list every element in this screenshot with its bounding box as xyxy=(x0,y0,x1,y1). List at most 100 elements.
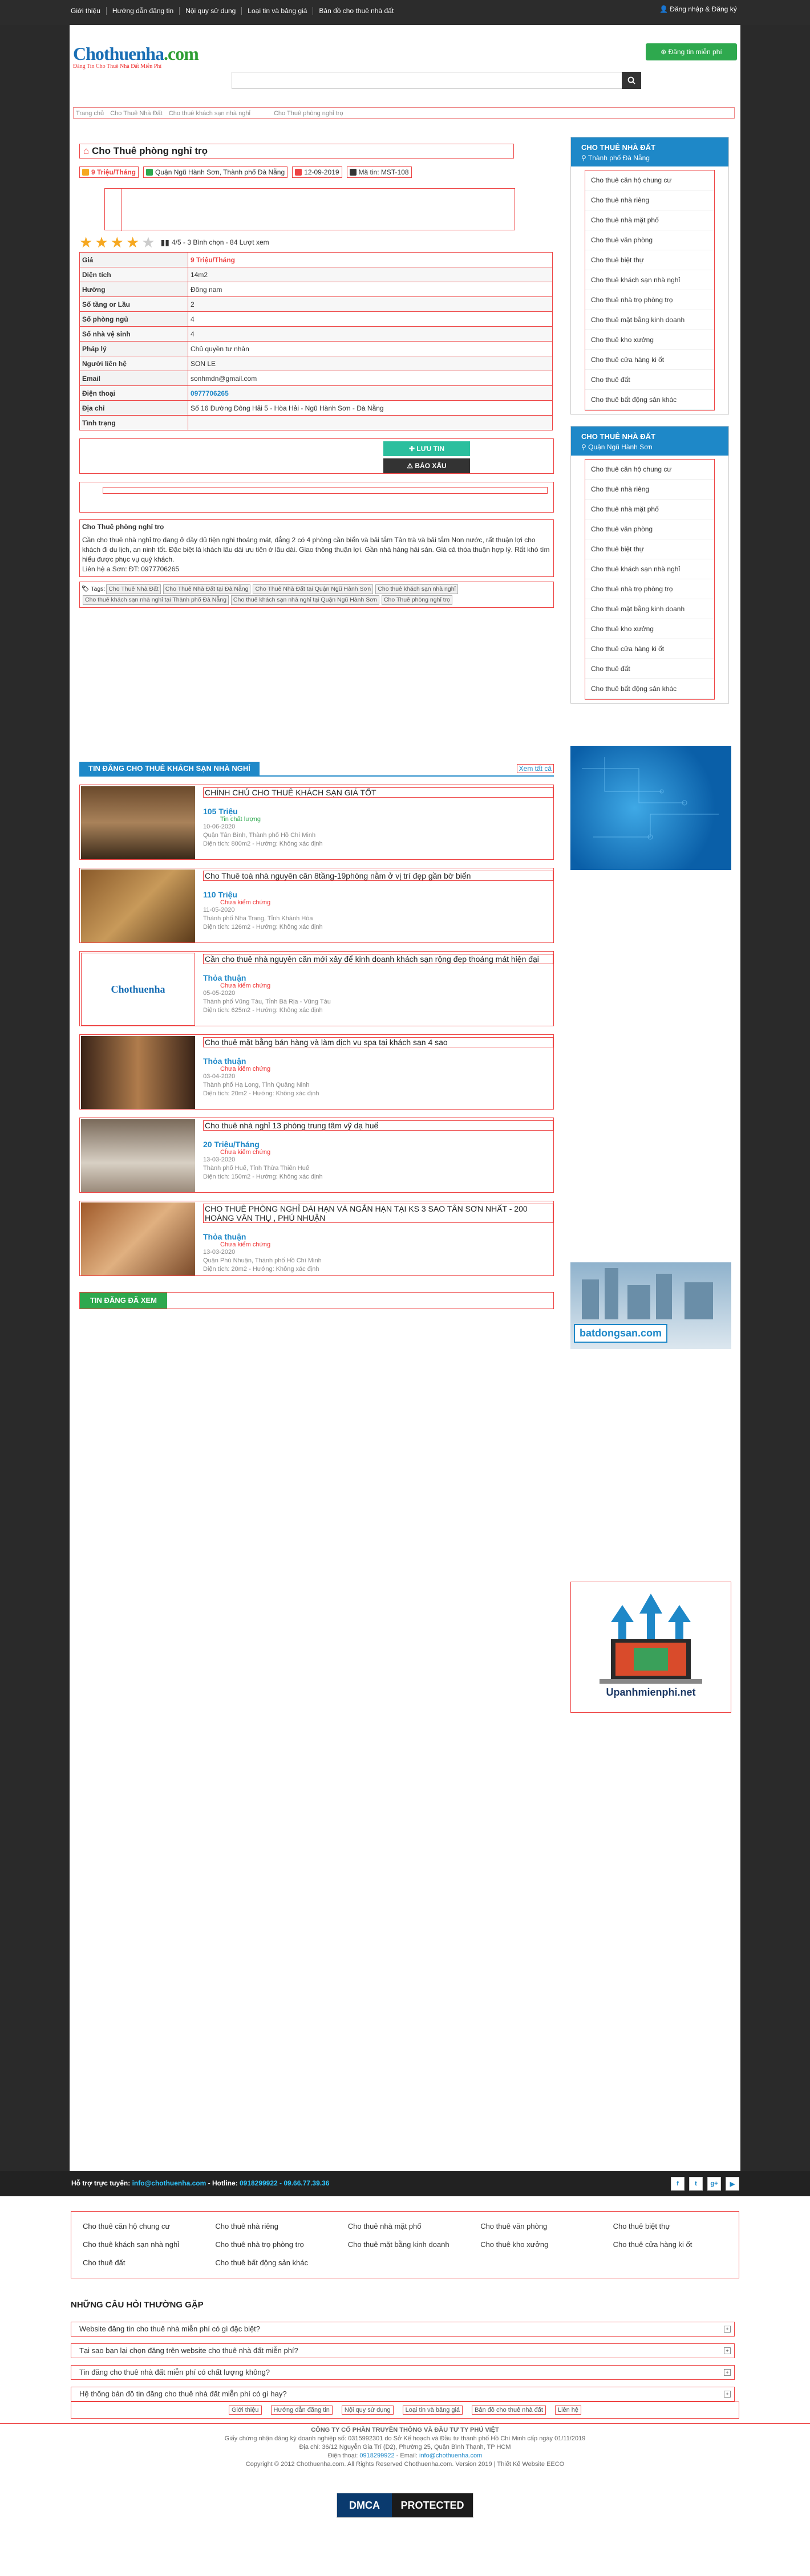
twitter-icon[interactable]: t xyxy=(689,2177,703,2191)
footer-category-link[interactable]: Cho thuê biệt thự xyxy=(604,2217,736,2236)
sidebar-item[interactable]: Cho thuê đất xyxy=(585,659,714,679)
related-title[interactable]: CHO THUÊ PHÒNG NGHỈ DÀI HẠN VÀ NGẮN HẠN … xyxy=(203,1204,553,1223)
youtube-icon[interactable]: ▶ xyxy=(726,2177,739,2191)
company-email[interactable]: info@chothuenha.com xyxy=(419,2452,482,2459)
sidebar-item[interactable]: Cho thuê nhà mặt phố xyxy=(585,210,714,230)
photo-thumb[interactable] xyxy=(105,189,122,231)
ad-batdongsan[interactable]: batdongsan.com xyxy=(570,1262,731,1349)
post-free-button[interactable]: ⊕ Đăng tin miễn phí xyxy=(646,43,737,60)
top-link-bang-gia[interactable]: Loại tin và bảng giá xyxy=(242,7,314,15)
footer-category-link[interactable]: Cho thuê nhà mặt phố xyxy=(339,2217,471,2236)
footer-link[interactable]: Loại tin và bảng giá xyxy=(402,2406,463,2415)
sidebar-item[interactable]: Cho thuê cửa hàng ki ốt xyxy=(585,639,714,659)
ad-banner-blue[interactable] xyxy=(570,746,731,870)
top-link-noi-quy[interactable]: Nội quy sử dụng xyxy=(180,7,242,15)
crumb-home[interactable]: Trang chủ xyxy=(76,110,104,117)
save-button[interactable]: ✚ LƯU TIN xyxy=(383,441,470,456)
related-title[interactable]: Cho thuê nhà nghỉ 13 phòng trung tâm vỹ … xyxy=(203,1120,553,1131)
sidebar-item[interactable]: Cho thuê bất động sản khác xyxy=(585,390,714,410)
related-thumb[interactable] xyxy=(81,1202,195,1275)
star-icon-5[interactable]: ★ xyxy=(141,235,155,250)
footer-link[interactable]: Nội quy sử dụng xyxy=(341,2406,394,2415)
search-button[interactable] xyxy=(622,72,641,89)
footer-category-link[interactable]: Cho thuê cửa hàng ki ốt xyxy=(604,2236,736,2254)
sidebar-item[interactable]: Cho thuê nhà trọ phòng trọ xyxy=(585,579,714,599)
sidebar-item[interactable]: Cho thuê nhà mặt phố xyxy=(585,499,714,519)
star-icon-3[interactable]: ★ xyxy=(111,235,124,250)
sidebar-item[interactable]: Cho thuê văn phòng xyxy=(585,230,714,250)
footer-link[interactable]: Bản đồ cho thuê nhà đất xyxy=(472,2406,546,2415)
footer-category-link[interactable]: Cho thuê mặt bằng kinh doanh xyxy=(339,2236,471,2254)
top-link-ban-do[interactable]: Bản đồ cho thuê nhà đất xyxy=(313,7,399,15)
related-thumb[interactable] xyxy=(81,1119,195,1192)
footer-category-link[interactable]: Cho thuê kho xưởng xyxy=(471,2236,604,2254)
related-thumb[interactable] xyxy=(81,786,195,859)
footer-category-link[interactable]: Cho thuê văn phòng xyxy=(471,2217,604,2236)
related-thumb[interactable] xyxy=(81,1036,195,1109)
see-all-link[interactable]: Xem tất cả xyxy=(516,764,554,773)
sidebar-item[interactable]: Cho thuê biệt thự xyxy=(585,539,714,559)
share-bar[interactable] xyxy=(103,487,548,494)
related-item[interactable]: Chothuenha Cần cho thuê nhà nguyên căn mớ… xyxy=(79,951,554,1026)
related-title[interactable]: Cho thuê mặt bằng bán hàng và làm dịch v… xyxy=(203,1037,553,1047)
related-item[interactable]: CHO THUÊ PHÒNG NGHỈ DÀI HẠN VÀ NGẮN HẠN … xyxy=(79,1201,554,1276)
faq-item[interactable]: Hệ thống bản đồ tin đăng cho thuê nhà đấ… xyxy=(71,2387,735,2402)
photo-gallery[interactable] xyxy=(104,188,515,231)
related-item[interactable]: Cho Thuê toà nhà nguyên căn 8tầng-19phòn… xyxy=(79,868,554,943)
footer-link[interactable]: Hướng dẫn đăng tin xyxy=(270,2406,333,2415)
footer-link[interactable]: Liên hệ xyxy=(554,2406,582,2415)
sidebar-item[interactable]: Cho thuê nhà riêng xyxy=(585,190,714,210)
tag-link[interactable]: Cho thuê khách sạn nhà nghỉ xyxy=(375,584,458,594)
footer-category-link[interactable]: Cho thuê căn hộ chung cư xyxy=(74,2217,206,2236)
sidebar-item[interactable]: Cho thuê căn hộ chung cư xyxy=(585,460,714,480)
sidebar-item[interactable]: Cho thuê văn phòng xyxy=(585,519,714,539)
top-link-gioi-thieu[interactable]: Giới thiệu xyxy=(70,7,107,15)
tag-link[interactable]: Cho Thuê Nhà Đất tại Đà Nẵng xyxy=(163,584,251,594)
related-title[interactable]: CHÍNH CHỦ CHO THUÊ KHÁCH SẠN GIÁ TỐT xyxy=(203,787,553,798)
crumb-cho-thue[interactable]: Cho Thuê Nhà Đất xyxy=(110,110,163,117)
site-logo[interactable]: Chothuenha.com Đăng Tin Cho Thuê Nhà Đất… xyxy=(73,43,199,70)
related-title[interactable]: Cho Thuê toà nhà nguyên căn 8tầng-19phòn… xyxy=(203,871,553,881)
footer-category-link[interactable]: Cho thuê đất xyxy=(74,2254,206,2272)
tag-link[interactable]: Cho thuê khách sạn nhà nghỉ tại Thành ph… xyxy=(83,595,229,605)
related-thumb[interactable] xyxy=(81,869,195,942)
star-icon-2[interactable]: ★ xyxy=(95,235,108,250)
dmca-badge[interactable]: DMCA PROTECTED xyxy=(337,2493,473,2518)
star-icon-4[interactable]: ★ xyxy=(126,235,139,250)
related-item[interactable]: CHÍNH CHỦ CHO THUÊ KHÁCH SẠN GIÁ TỐT 105 … xyxy=(79,785,554,860)
sidebar-item[interactable]: Cho thuê căn hộ chung cư xyxy=(585,170,714,190)
tag-link[interactable]: Cho thuê khách sạn nhà nghỉ tại Quận Ngũ… xyxy=(230,595,379,605)
ad-upanh[interactable]: Upanhmienphi.net xyxy=(570,1582,731,1713)
sidebar-item[interactable]: Cho thuê cửa hàng ki ốt xyxy=(585,350,714,370)
related-item[interactable]: Cho thuê nhà nghỉ 13 phòng trung tâm vỹ … xyxy=(79,1118,554,1193)
sidebar-item[interactable]: Cho thuê kho xưởng xyxy=(585,619,714,639)
sidebar-item[interactable]: Cho thuê biệt thự xyxy=(585,250,714,270)
related-thumb[interactable]: Chothuenha xyxy=(81,953,195,1026)
related-item[interactable]: Cho thuê mặt bằng bán hàng và làm dịch v… xyxy=(79,1034,554,1110)
report-button[interactable]: ⚠ BÁO XẤU xyxy=(383,458,470,473)
footer-category-link[interactable]: Cho thuê nhà riêng xyxy=(206,2217,338,2236)
facebook-icon[interactable]: f xyxy=(671,2177,685,2191)
sidebar-item[interactable]: Cho thuê bất động sản khác xyxy=(585,679,714,699)
google-plus-icon[interactable]: g+ xyxy=(707,2177,721,2191)
footer-category-link[interactable]: Cho thuê nhà trọ phòng trọ xyxy=(206,2236,338,2254)
tag-link[interactable]: Cho Thuê Nhà Đất xyxy=(106,584,161,594)
support-email[interactable]: info@chothuenha.com xyxy=(132,2179,206,2187)
faq-item[interactable]: Tại sao bạn lại chọn đăng trên website c… xyxy=(71,2343,735,2358)
crumb-khach-san[interactable]: Cho thuê khách sạn nhà nghỉ xyxy=(169,110,250,117)
search-input[interactable] xyxy=(232,72,637,88)
footer-category-link[interactable]: Cho thuê khách sạn nhà nghỉ xyxy=(74,2236,206,2254)
sidebar-item[interactable]: Cho thuê đất xyxy=(585,370,714,390)
sidebar-item[interactable]: Cho thuê mặt bằng kinh doanh xyxy=(585,310,714,330)
faq-item[interactable]: Website đăng tin cho thuê nhà miễn phí c… xyxy=(71,2322,735,2337)
top-link-huong-dan[interactable]: Hướng dẫn đăng tin xyxy=(107,7,180,15)
tag-link[interactable]: Cho Thuê Nhà Đất tại Quận Ngũ Hành Sơn xyxy=(253,584,374,594)
sidebar-item[interactable]: Cho thuê khách sạn nhà nghỉ xyxy=(585,270,714,290)
sidebar-item[interactable]: Cho thuê mặt bằng kinh doanh xyxy=(585,599,714,619)
sidebar-item[interactable]: Cho thuê kho xưởng xyxy=(585,330,714,350)
company-phone[interactable]: 0918299922 xyxy=(359,2452,394,2459)
related-title[interactable]: Cần cho thuê nhà nguyên căn mới xây để k… xyxy=(203,954,553,964)
sidebar-item[interactable]: Cho thuê nhà trọ phòng trọ xyxy=(585,290,714,310)
hotline-value[interactable]: 0918299922 - 09.66.77.39.36 xyxy=(240,2179,329,2187)
login-link[interactable]: 👤 Đăng nhập & Đăng ký xyxy=(659,5,739,14)
